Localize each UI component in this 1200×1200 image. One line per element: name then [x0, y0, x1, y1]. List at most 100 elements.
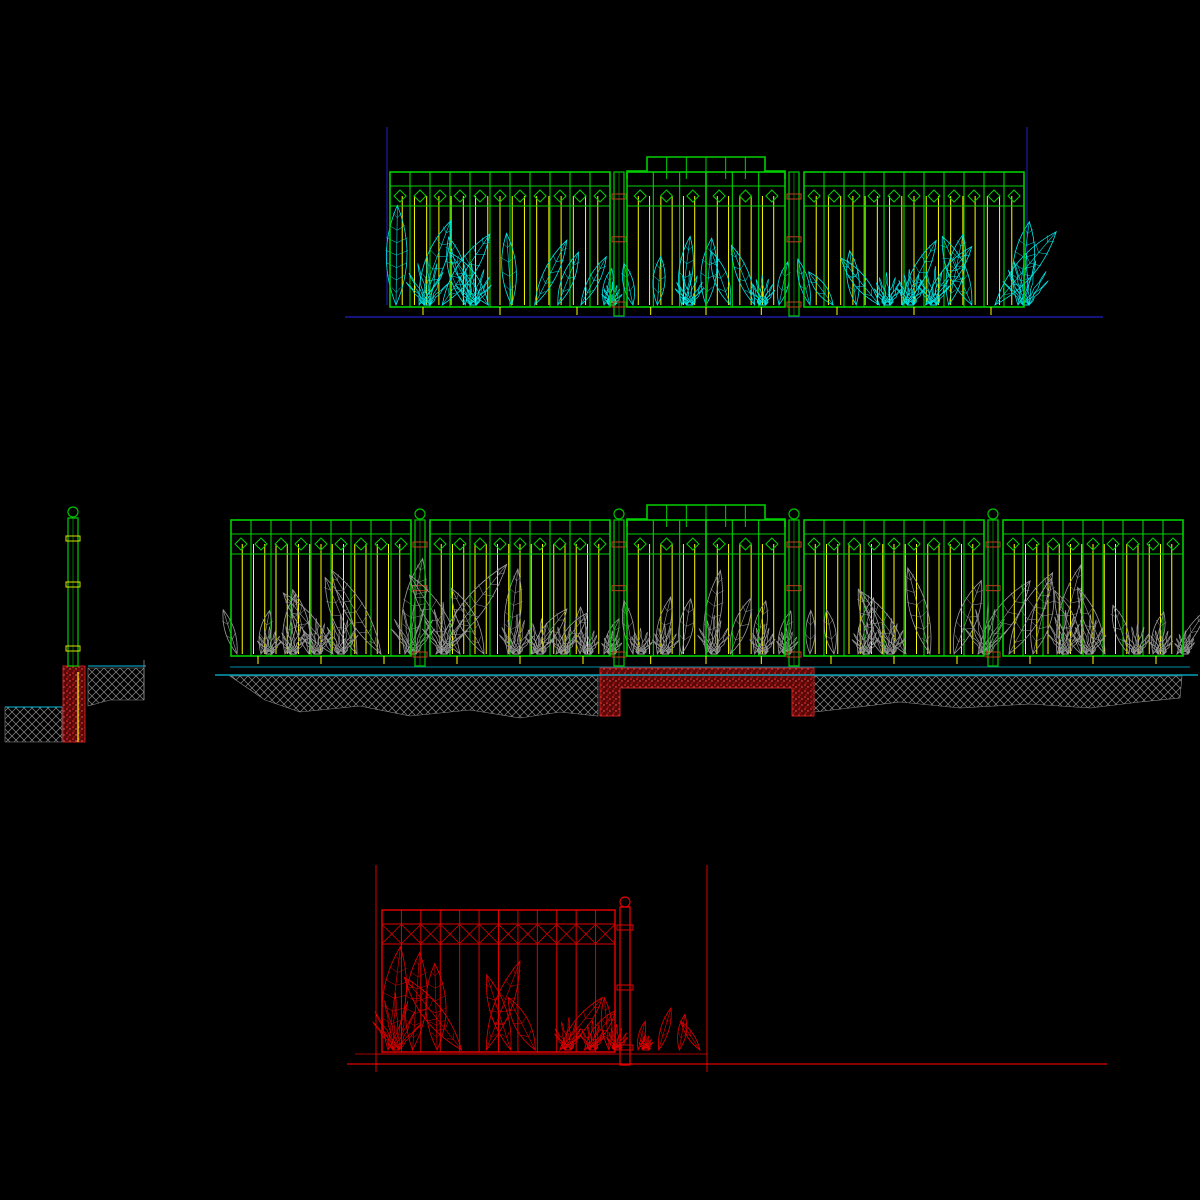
- leaf-vein: [447, 288, 450, 295]
- leaf-vein: [993, 611, 1001, 623]
- panel-diamond: [686, 537, 700, 551]
- leaf-vein: [521, 1015, 527, 1024]
- leaf-vein: [355, 602, 363, 613]
- leaf-vein: [467, 612, 475, 622]
- leaf-vein: [1031, 635, 1037, 642]
- leaf-vein: [639, 1029, 642, 1036]
- panel-diamond: [765, 537, 779, 551]
- leaf-vein: [745, 274, 750, 282]
- leaf-midrib: [485, 960, 521, 1051]
- panel-diamond: [738, 189, 753, 203]
- panel-diamond: [867, 189, 881, 203]
- red-panel-cross: [401, 924, 421, 944]
- fence-panel: [621, 519, 799, 664]
- leaf-vein: [395, 287, 401, 293]
- panel-diamond: [393, 189, 407, 203]
- post-finial: [987, 508, 999, 520]
- leaf-vein: [413, 1032, 419, 1039]
- panel-diamond: [659, 189, 674, 203]
- panel-diamond: [593, 189, 607, 203]
- middle-fence-panels: [221, 504, 1200, 667]
- leaf-vein: [451, 276, 457, 285]
- panel-diamond: [847, 537, 861, 551]
- leaf-vein: [414, 1021, 424, 1026]
- leaf-vein: [451, 244, 457, 251]
- red-panel-cross: [596, 924, 615, 944]
- earth-section-right: [813, 675, 1183, 713]
- panel-diamond: [1106, 537, 1120, 551]
- leaf-vein: [1014, 250, 1025, 258]
- leaf-vein: [683, 635, 691, 641]
- leaf-vein: [298, 623, 309, 626]
- fence-panel: [796, 171, 1057, 315]
- panel-diamond: [1046, 537, 1060, 551]
- panel-diamond: [294, 537, 308, 551]
- leaf-vein: [374, 637, 376, 644]
- leaf-vein: [628, 621, 634, 628]
- leaf-vein: [421, 273, 429, 282]
- panel-diamond: [907, 537, 921, 551]
- leaf-vein: [416, 996, 429, 1002]
- leaf-vein: [1037, 596, 1046, 604]
- red-panel-cross: [382, 924, 401, 944]
- panel-diamond: [274, 537, 288, 551]
- panel-diamond: [927, 537, 941, 551]
- leaf-vein: [359, 632, 369, 634]
- fence-elevation-full: [215, 504, 1200, 719]
- leaf-vein: [629, 285, 634, 292]
- fence-panel: [385, 171, 623, 315]
- leaf-vein: [831, 633, 837, 640]
- red-panel-cross: [557, 924, 576, 944]
- leaf-vein: [409, 971, 419, 978]
- leaf-vein: [1035, 243, 1039, 253]
- panel-diamond: [1007, 189, 1021, 203]
- leaf-vein: [1020, 609, 1028, 620]
- leaf-vein: [956, 621, 964, 630]
- panel-diamond: [947, 189, 961, 203]
- leaf-vein: [362, 613, 369, 623]
- panel-diamond: [553, 189, 567, 203]
- leaf-vein: [805, 634, 811, 640]
- leaf-vein: [706, 599, 715, 607]
- red-panel-cross: [440, 924, 460, 944]
- fence-post: [985, 508, 1001, 667]
- leaf-vein: [754, 621, 761, 628]
- panel-diamond: [987, 189, 1001, 203]
- leaf-vein: [563, 271, 569, 279]
- leaf-vein: [396, 274, 405, 281]
- leaf-vein: [805, 283, 810, 290]
- post-detail-earth-right: [87, 667, 145, 707]
- panel-diamond: [712, 537, 726, 551]
- panel-diamond: [807, 189, 821, 203]
- leaf-vein: [965, 596, 973, 606]
- post-finial-ball: [67, 506, 79, 518]
- leaf-vein: [1067, 583, 1075, 591]
- panel-diamond: [1006, 537, 1020, 551]
- leaf-midrib: [840, 257, 880, 306]
- leaf-vein: [430, 599, 438, 610]
- panel-diamond: [847, 189, 861, 203]
- leaf-vein: [710, 588, 717, 595]
- panel-detail-red: [347, 865, 1107, 1072]
- leaf-vein: [435, 995, 447, 1001]
- panel-diamond: [807, 537, 821, 551]
- panel-diamond: [553, 537, 567, 551]
- leaf-vein: [677, 1032, 682, 1039]
- leaf-vein: [1003, 293, 1011, 295]
- leaf-midrib: [809, 610, 812, 655]
- leaf-vein: [538, 288, 541, 295]
- panel-diamond: [593, 537, 607, 551]
- leaf-vein: [875, 603, 880, 613]
- leaf-vein: [590, 273, 594, 281]
- leaf-vein: [740, 262, 745, 270]
- red-post-finial: [619, 896, 631, 908]
- leaf-vein: [1156, 619, 1161, 627]
- leaf-vein: [475, 603, 488, 608]
- post-section-detail: [4, 506, 146, 743]
- panel-diamond: [967, 537, 981, 551]
- leaf-vein: [810, 634, 815, 640]
- red-panel-cross: [498, 924, 518, 944]
- leaf-vein: [436, 1008, 443, 1019]
- panel-diamond: [738, 537, 753, 551]
- leaf-vein: [483, 593, 495, 597]
